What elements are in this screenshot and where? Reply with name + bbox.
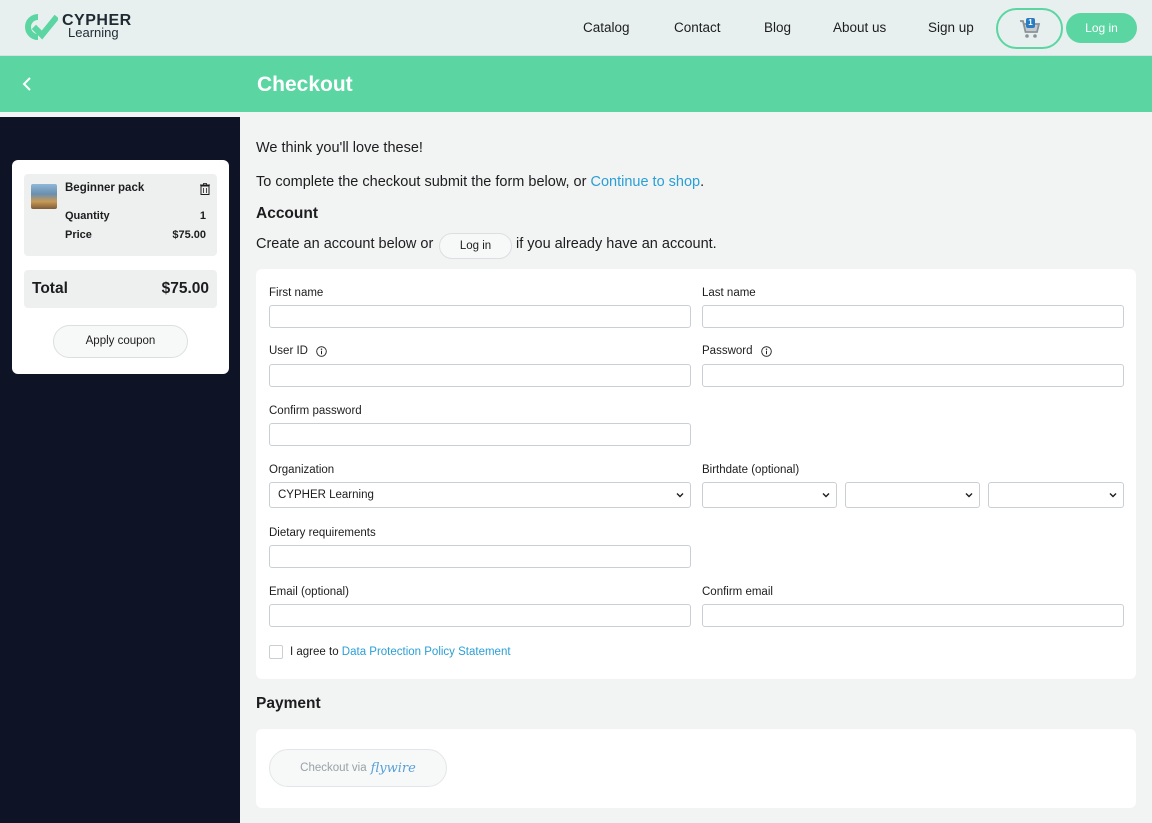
chevron-down-icon — [965, 493, 973, 498]
email-input[interactable] — [269, 604, 691, 627]
payment-card: Checkout via flywire — [256, 729, 1136, 808]
agree-checkbox[interactable] — [269, 645, 283, 659]
nav-blog[interactable]: Blog — [764, 20, 791, 35]
price-value: $75.00 — [172, 229, 206, 241]
cart-item-name: Beginner pack — [65, 182, 145, 194]
cart-total: Total $75.00 — [24, 270, 217, 308]
confirm-password-input[interactable] — [269, 423, 691, 446]
total-value: $75.00 — [161, 280, 209, 297]
checkout-flywire-button[interactable]: Checkout via flywire — [269, 749, 447, 787]
user-id-input[interactable] — [269, 364, 691, 387]
apply-coupon-button[interactable]: Apply coupon — [53, 325, 188, 358]
birthdate-label-text: Birthdate (optional) — [702, 464, 800, 476]
last-name-label: Last name — [702, 287, 756, 299]
cypher-logo[interactable]: CYPHER Learning — [22, 13, 132, 41]
confirm-email-input[interactable] — [702, 604, 1124, 627]
nav-about-us[interactable]: About us — [833, 20, 886, 35]
checkout-main: We think you'll love these! To complete … — [240, 112, 1152, 823]
total-label: Total — [32, 280, 68, 297]
agree-text: I agree to Data Protection Policy Statem… — [290, 646, 511, 658]
cart-item: Beginner pack Quantity 1 Price $75.00 — [24, 174, 217, 256]
back-arrow-icon[interactable] — [18, 75, 36, 93]
flywire-logo: flywire — [370, 760, 416, 776]
confirm-email-label-text: Confirm email — [702, 586, 773, 598]
organization-label: Organization — [269, 464, 334, 476]
instruction-suffix: . — [700, 174, 705, 190]
cart-count-badge: 1 — [1026, 18, 1035, 28]
data-protection-policy-link[interactable]: Data Protection Policy Statement — [342, 646, 511, 658]
instruction-prefix: To complete the checkout submit the form… — [256, 174, 591, 190]
user-id-label-text: User ID — [269, 345, 308, 357]
account-login-button[interactable]: Log in — [439, 233, 512, 259]
birthdate-label: Birthdate (optional) — [702, 464, 799, 476]
first-name-input[interactable] — [269, 305, 691, 328]
email-label: Email (optional) — [269, 586, 349, 598]
account-heading: Account — [256, 205, 318, 222]
price-label: Price — [65, 229, 92, 241]
confirm-password-label: Confirm password — [269, 405, 362, 417]
nav-sign-up[interactable]: Sign up — [928, 20, 974, 35]
user-id-label: User ID — [269, 345, 327, 357]
dietary-label-text: Dietary requirements — [269, 527, 376, 539]
quantity-label: Quantity — [65, 210, 110, 222]
account-form: First name Last name User ID Password Co… — [256, 269, 1136, 679]
payment-heading: Payment — [256, 695, 321, 712]
last-name-input[interactable] — [702, 305, 1124, 328]
dietary-input[interactable] — [269, 545, 691, 568]
trash-icon[interactable] — [200, 183, 210, 195]
page-header: Checkout — [0, 56, 1152, 112]
top-navigation: CYPHER Learning Catalog Contact Blog Abo… — [0, 0, 1152, 56]
last-name-label-text: Last name — [702, 287, 756, 299]
product-thumbnail — [31, 184, 57, 209]
organization-label-text: Organization — [269, 464, 335, 476]
login-button[interactable]: Log in — [1066, 13, 1137, 43]
password-input[interactable] — [702, 364, 1124, 387]
dietary-label: Dietary requirements — [269, 527, 376, 539]
agree-prefix: I agree to — [290, 646, 339, 658]
email-label-text: Email (optional) — [269, 586, 349, 598]
info-icon[interactable] — [760, 345, 772, 357]
organization-select[interactable]: CYPHER Learning — [269, 482, 691, 508]
confirm-password-label-text: Confirm password — [269, 405, 362, 417]
instruction-text: To complete the checkout submit the form… — [256, 174, 704, 190]
chevron-down-icon — [1109, 493, 1117, 498]
first-name-label: First name — [269, 287, 323, 299]
chevron-down-icon — [822, 493, 830, 498]
birthdate-year-select[interactable] — [988, 482, 1124, 508]
cart-summary-card: Beginner pack Quantity 1 Price $75.00 To… — [12, 160, 229, 374]
continue-to-shop-link[interactable]: Continue to shop — [590, 174, 700, 190]
quantity-value: 1 — [199, 210, 206, 222]
password-label-text: Password — [702, 345, 753, 357]
first-name-label-text: First name — [269, 287, 324, 299]
info-icon[interactable] — [316, 345, 327, 357]
birthdate-month-select[interactable] — [845, 482, 980, 508]
password-label: Password — [702, 345, 772, 357]
intro-text: We think you'll love these! — [256, 140, 423, 156]
birthdate-day-select[interactable] — [702, 482, 837, 508]
nav-catalog[interactable]: Catalog — [583, 20, 630, 35]
account-prefix: Create an account below or — [256, 236, 434, 252]
nav-contact[interactable]: Contact — [674, 20, 721, 35]
organization-selected: CYPHER Learning — [278, 489, 374, 501]
account-suffix: if you already have an account. — [516, 236, 717, 252]
logo-line2: Learning — [68, 25, 119, 40]
cart-button[interactable]: 1 — [996, 8, 1063, 49]
chevron-down-icon — [676, 493, 684, 498]
page-title: Checkout — [257, 73, 353, 96]
checkout-via-label: Checkout via — [300, 762, 367, 774]
confirm-email-label: Confirm email — [702, 586, 773, 598]
cypher-logo-icon — [22, 13, 60, 41]
